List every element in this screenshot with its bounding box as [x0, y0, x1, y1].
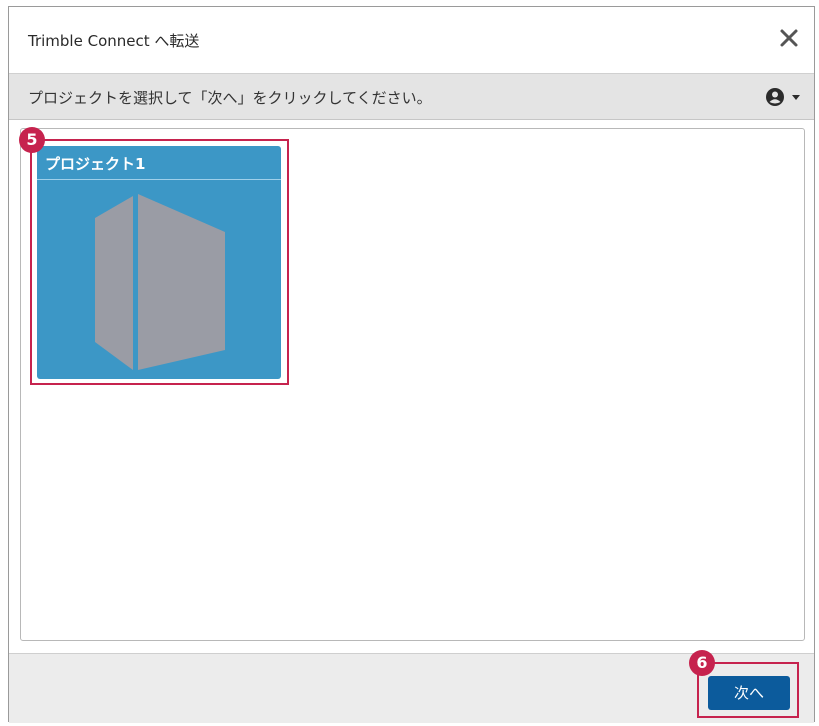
chevron-down-icon: [792, 95, 800, 100]
user-menu-button[interactable]: [764, 86, 802, 108]
dialog-titlebar: Trimble Connect へ転送: [9, 7, 814, 74]
user-icon: [766, 88, 784, 106]
project-card-divider: [37, 179, 281, 180]
building-icon: [95, 194, 225, 370]
next-button[interactable]: 次へ: [708, 676, 790, 710]
transfer-dialog: Trimble Connect へ転送 プロジェクトを選択して「次へ」をクリック…: [8, 6, 815, 723]
close-icon: [780, 29, 798, 47]
dialog-title: Trimble Connect へ転送: [28, 32, 200, 50]
project-list-panel: プロジェクト1: [20, 128, 805, 641]
instruction-bar: プロジェクトを選択して「次へ」をクリックしてください。: [9, 74, 814, 120]
step-badge-6: 6: [689, 650, 715, 676]
project-name: プロジェクト1: [45, 155, 146, 173]
close-button[interactable]: [774, 23, 804, 53]
project-card[interactable]: プロジェクト1: [37, 146, 281, 379]
step-badge-5: 5: [19, 127, 45, 153]
instruction-text: プロジェクトを選択して「次へ」をクリックしてください。: [28, 89, 432, 107]
